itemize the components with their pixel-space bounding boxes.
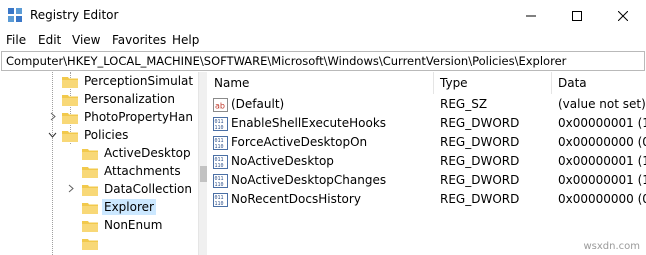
value-name: (Default)	[231, 97, 285, 111]
value-row[interactable]: 011 110 EnableShellExecuteHooks REG_DWORD…	[208, 115, 646, 134]
string-value-icon: ab	[213, 98, 228, 112]
value-type: REG_DWORD	[440, 135, 520, 149]
value-data: 0x00000000 (0)	[558, 192, 646, 206]
value-data: 0x00000001 (1)	[558, 116, 646, 130]
tree-item[interactable]: DataCollection	[82, 180, 194, 198]
registry-editor-icon	[8, 8, 22, 22]
tree-item-label: Explorer	[102, 199, 156, 215]
folder-icon	[82, 220, 98, 232]
value-type: REG_DWORD	[440, 192, 520, 206]
values-list[interactable]: Name Type Data ab (Default) REG_SZ (valu…	[208, 72, 646, 255]
value-type: REG_DWORD	[440, 154, 520, 168]
value-data: 0x00000001 (1)	[558, 154, 646, 168]
tree-scrollbar[interactable]	[198, 72, 207, 255]
svg-text:110: 110	[215, 163, 224, 169]
folder-icon	[82, 166, 98, 178]
chevron-down-icon[interactable]	[48, 130, 57, 139]
column-header-name[interactable]: Name	[208, 72, 434, 94]
tree-item-selected[interactable]: Explorer	[82, 198, 156, 216]
tree-item[interactable]: PhotoPropertyHan	[62, 108, 195, 126]
tree-item[interactable]: Personalization	[62, 90, 177, 108]
folder-icon	[62, 130, 78, 142]
value-name: NoActiveDesktop	[231, 154, 334, 168]
minimize-icon	[526, 15, 536, 16]
tree-item-label: PhotoPropertyHan	[84, 110, 193, 124]
dword-value-icon: 011110	[213, 193, 228, 207]
value-name: NoRecentDocsHistory	[231, 192, 361, 206]
svg-text:ab: ab	[215, 102, 225, 111]
address-path: Computer\HKEY_LOCAL_MACHINE\SOFTWARE\Mic…	[6, 54, 567, 68]
value-type: REG_DWORD	[440, 116, 520, 130]
dword-value-icon: 011110	[213, 174, 228, 188]
window-title: Registry Editor	[30, 8, 119, 22]
column-header-type[interactable]: Type	[434, 72, 552, 94]
tree-item-label: ActiveDesktop	[104, 146, 191, 160]
chevron-right-icon[interactable]	[48, 112, 57, 121]
tree-item[interactable]	[82, 234, 102, 252]
tree-item-label: Personalization	[84, 92, 175, 106]
scrollbar-thumb[interactable]	[200, 166, 207, 182]
svg-text:110: 110	[215, 182, 224, 188]
key-tree[interactable]: PerceptionSimulat Personalization PhotoP…	[0, 72, 200, 255]
value-data: (value not set)	[558, 97, 646, 111]
folder-icon	[82, 184, 98, 196]
tree-item-label: DataCollection	[104, 182, 193, 196]
menu-bar: File Edit View Favorites Help	[0, 31, 646, 51]
folder-icon	[62, 94, 78, 106]
value-row[interactable]: 011 110 NoActiveDesktop REG_DWORD 0x00000…	[208, 153, 646, 172]
value-type: REG_SZ	[440, 97, 488, 111]
chevron-right-icon[interactable]	[66, 184, 75, 193]
tree-item[interactable]: PerceptionSimulat	[62, 72, 195, 90]
tree-item[interactable]: Policies	[62, 126, 130, 144]
menu-help[interactable]: Help	[172, 33, 199, 47]
menu-favorites[interactable]: Favorites	[112, 33, 166, 47]
value-type: REG_DWORD	[440, 173, 520, 187]
tree-item-label: NonEnum	[104, 218, 163, 232]
tree-item[interactable]: Attachments	[82, 162, 183, 180]
folder-icon	[82, 202, 98, 214]
folder-icon	[82, 148, 98, 160]
menu-file[interactable]: File	[6, 33, 26, 47]
value-row[interactable]: 011 110 NoActiveDesktopChanges REG_DWORD …	[208, 172, 646, 191]
tree-item-label: PerceptionSimulat	[84, 74, 194, 88]
value-data: 0x00000001 (1)	[558, 173, 646, 187]
folder-icon	[82, 238, 98, 250]
value-row[interactable]: 011 110 NoRecentDocsHistory REG_DWORD 0x0…	[208, 191, 646, 210]
value-name: ForceActiveDesktopOn	[231, 135, 368, 149]
value-row[interactable]: 011 110 ForceActiveDesktopOn REG_DWORD 0x…	[208, 134, 646, 153]
value-data: 0x00000000 (0)	[558, 135, 646, 149]
dword-value-icon: 011110	[213, 117, 228, 131]
svg-text:110: 110	[215, 144, 224, 150]
tree-item[interactable]: NonEnum	[82, 216, 164, 234]
folder-icon	[62, 112, 78, 124]
svg-text:110: 110	[215, 201, 224, 207]
menu-edit[interactable]: Edit	[38, 33, 61, 47]
value-name: EnableShellExecuteHooks	[231, 116, 387, 130]
svg-text:110: 110	[215, 125, 224, 131]
maximize-icon	[572, 10, 582, 21]
minimize-button[interactable]	[508, 0, 554, 31]
column-header-data[interactable]: Data	[552, 72, 646, 94]
value-row[interactable]: ab (Default) REG_SZ (value not set)	[208, 96, 646, 115]
dword-value-icon: 011110	[213, 136, 228, 150]
close-button[interactable]	[600, 0, 646, 31]
title-bar: Registry Editor	[0, 0, 646, 31]
tree-connector	[52, 72, 53, 255]
folder-icon	[62, 76, 78, 88]
watermark: wsxdn.com	[583, 241, 640, 252]
maximize-button[interactable]	[554, 0, 600, 31]
tree-item-label: Attachments	[104, 164, 181, 178]
tree-item-label: Policies	[84, 128, 129, 142]
dword-value-icon: 011110	[213, 155, 228, 169]
tree-item[interactable]: ActiveDesktop	[82, 144, 193, 162]
value-name: NoActiveDesktopChanges	[231, 173, 387, 187]
address-bar[interactable]: Computer\HKEY_LOCAL_MACHINE\SOFTWARE\Mic…	[1, 51, 645, 71]
menu-view[interactable]: View	[72, 33, 100, 47]
close-icon	[618, 10, 628, 21]
